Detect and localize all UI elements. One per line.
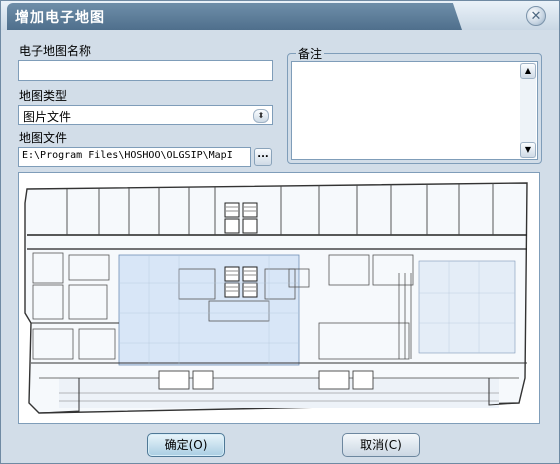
notes-label: 备注: [296, 45, 325, 62]
map-preview: [18, 172, 540, 424]
map-name-label: 电子地图名称: [19, 44, 92, 58]
notes-textarea[interactable]: ▲ ▼: [291, 61, 538, 160]
cancel-button[interactable]: 取消(C): [342, 433, 420, 457]
map-type-value: 图片文件: [23, 110, 72, 124]
title-bar[interactable]: 增加电子地图 ✕: [1, 1, 559, 30]
map-type-label: 地图类型: [19, 89, 68, 103]
window-title: 增加电子地图: [15, 10, 105, 26]
ok-button[interactable]: 确定(O): [147, 433, 225, 457]
map-file-label: 地图文件: [19, 131, 68, 145]
add-emap-dialog: 增加电子地图 ✕ 电子地图名称 地图类型 图片文件 ⬍ 地图文件 E:\Prog…: [0, 0, 560, 464]
map-file-value: E:\Program Files\HOSHOO\OLGSIP\MapI: [22, 150, 233, 161]
updown-arrow-icon: ⬍: [253, 109, 269, 123]
map-file-input[interactable]: E:\Program Files\HOSHOO\OLGSIP\MapI: [18, 147, 251, 167]
close-icon: ✕: [530, 8, 542, 24]
notes-group: 备注 ▲ ▼: [287, 45, 542, 164]
notes-scrollbar[interactable]: ▲ ▼: [520, 63, 536, 158]
browse-button[interactable]: ...: [254, 148, 272, 166]
map-name-input[interactable]: [18, 60, 273, 81]
scroll-up-icon[interactable]: ▲: [520, 63, 536, 79]
floor-plan-image: [24, 182, 528, 414]
map-type-select[interactable]: 图片文件 ⬍: [18, 105, 273, 125]
close-button[interactable]: ✕: [526, 6, 546, 26]
scroll-down-icon[interactable]: ▼: [520, 142, 536, 158]
